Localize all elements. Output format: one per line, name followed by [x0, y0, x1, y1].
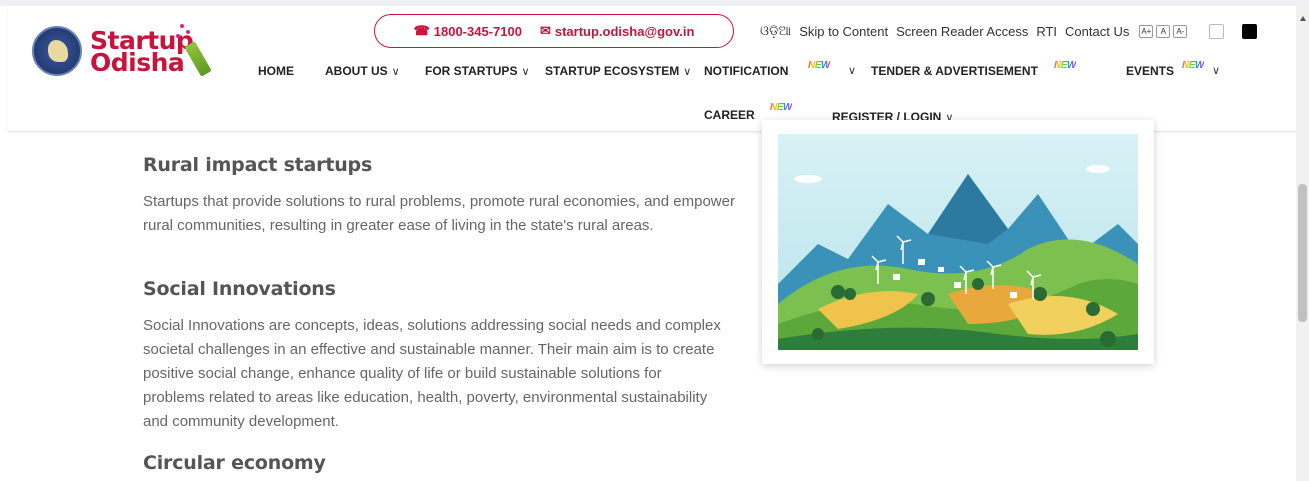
nav-career[interactable]: CAREER	[704, 108, 755, 122]
chevron-down-icon: ∨	[1212, 65, 1221, 77]
chevron-down-icon: ∨	[521, 65, 530, 78]
rural-landscape-illustration	[778, 134, 1138, 350]
rti-link[interactable]: RTI	[1036, 24, 1057, 39]
nav-for-startups[interactable]: FOR STARTUPS ∨	[425, 64, 530, 78]
font-normal-button[interactable]: A	[1156, 24, 1171, 38]
phone-link[interactable]: ☎ 1800-345-7100	[414, 23, 522, 39]
odisha-emblem-icon	[32, 26, 82, 76]
skip-to-content-link[interactable]: Skip to Content	[799, 24, 888, 39]
nav-events-dropdown[interactable]: ∨	[1212, 64, 1220, 77]
email-link[interactable]: ✉ startup.odisha@gov.in	[540, 23, 694, 39]
nav-notification-dropdown[interactable]: ∨	[848, 64, 856, 77]
startup-odisha-logo[interactable]: Startup Odisha	[32, 22, 232, 80]
new-badge: NEW	[808, 60, 830, 71]
nav-notification[interactable]: NOTIFICATION	[704, 64, 788, 78]
scrollbar-thumb[interactable]	[1298, 184, 1307, 322]
nav-about-label: ABOUT US	[325, 64, 388, 78]
scroll-up-arrow-icon[interactable]	[1300, 16, 1306, 21]
light-theme-button[interactable]	[1209, 23, 1225, 39]
nav-tender-label: TENDER & ADVERTISEMENT	[871, 64, 1038, 78]
nav-about-us[interactable]: ABOUT US ∨	[325, 64, 400, 78]
nav-events-label: EVENTS	[1126, 64, 1175, 78]
contact-pill: ☎ 1800-345-7100 ✉ startup.odisha@gov.in	[374, 14, 734, 48]
logo-sparkle-icon	[180, 24, 184, 28]
chevron-down-icon: ∨	[391, 65, 400, 78]
page-scrollbar[interactable]	[1296, 6, 1309, 481]
nav-startup-ecosystem[interactable]: STARTUP ECOSYSTEM ∨	[545, 64, 691, 78]
section-title-rural: Rural impact startups	[143, 154, 373, 176]
nav-home[interactable]: HOME	[258, 64, 294, 78]
font-size-controls: A+ A A-	[1139, 24, 1188, 38]
phone-number: 1800-345-7100	[433, 23, 522, 39]
nav-events[interactable]: EVENTS	[1126, 64, 1174, 78]
chevron-down-icon: ∨	[848, 65, 857, 77]
pencil-icon	[184, 41, 212, 77]
language-toggle[interactable]: ଓଡ଼ିଆ	[760, 23, 791, 39]
screen-reader-link[interactable]: Screen Reader Access	[896, 24, 1028, 39]
section-title-social: Social Innovations	[143, 278, 336, 300]
section-text-social: Social Innovations are concepts, ideas, …	[143, 317, 721, 430]
nav-for-startups-label: FOR STARTUPS	[425, 64, 518, 78]
nav-ecosystem-label: STARTUP ECOSYSTEM	[545, 64, 680, 78]
nav-notification-label: NOTIFICATION	[704, 64, 789, 78]
phone-icon: ☎	[413, 23, 430, 38]
new-badge: NEW	[1182, 60, 1204, 71]
nav-tender-advertisement[interactable]: TENDER & ADVERTISEMENT	[871, 64, 1038, 78]
font-decrease-button[interactable]: A-	[1173, 24, 1188, 38]
nav-home-label: HOME	[258, 64, 294, 78]
site-header: Startup Odisha ☎ 1800-345-7100 ✉ startup…	[8, 6, 1296, 132]
new-badge: NEW	[1054, 60, 1076, 71]
nav-career-label: CAREER	[704, 108, 755, 122]
contact-us-link[interactable]: Contact Us	[1065, 24, 1129, 39]
section-text-rural: Startups that provide solutions to rural…	[143, 193, 735, 234]
mail-icon: ✉	[539, 23, 551, 38]
section-title-circular: Circular economy	[143, 452, 326, 474]
font-increase-button[interactable]: A+	[1139, 24, 1154, 38]
illustration-card	[762, 120, 1154, 364]
new-badge: NEW	[770, 102, 792, 113]
email-address: startup.odisha@gov.in	[554, 23, 695, 39]
dark-theme-button[interactable]	[1242, 23, 1258, 39]
logo-text-line2: Odisha	[90, 48, 185, 77]
chevron-down-icon: ∨	[683, 65, 692, 78]
utility-links: ଓଡ଼ିଆ Skip to Content Screen Reader Acce…	[760, 23, 1258, 39]
